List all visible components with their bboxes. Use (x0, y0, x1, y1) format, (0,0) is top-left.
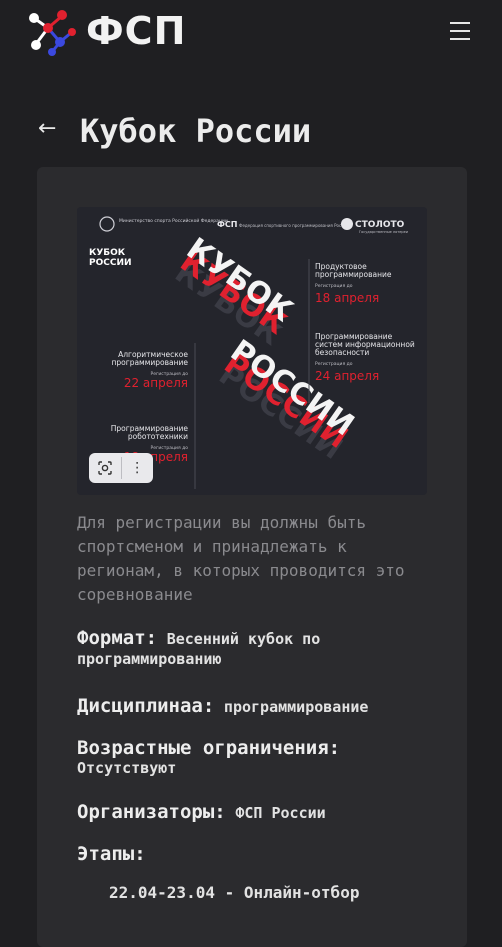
poster-right-1-title-2: безопасности (315, 348, 369, 357)
organizers-row: Организаторы: ФСП России (77, 801, 447, 823)
age-row: Возрастные ограничения: Отсутствуют (77, 737, 447, 777)
poster-fsp-sub: Федерация спортивного программирования Р… (239, 223, 349, 228)
poster-right-0-date: 18 апреля (315, 291, 379, 305)
age-label: Возрастные ограничения: (77, 737, 341, 759)
poster-badge-line1: КУБОК (89, 248, 126, 258)
age-value: Отсутствуют (77, 759, 177, 777)
menu-button[interactable] (446, 18, 476, 44)
poster-stoloto-sub: Государственные лотереи (359, 230, 408, 234)
stoloto-icon (341, 218, 353, 230)
molecule-icon[interactable] (22, 6, 76, 56)
lens-button[interactable] (89, 453, 121, 483)
event-card: Министерство спорта Российской Федерации… (37, 167, 467, 947)
poster-left-0-date: 22 апреля (124, 376, 188, 390)
page-title: Кубок России (80, 112, 312, 150)
poster-left-0-title-1: программирование (112, 358, 189, 367)
more-vertical-icon: ⋮ (130, 460, 145, 476)
hamburger-icon (446, 22, 476, 40)
poster-badge-line2: РОССИИ (89, 258, 132, 268)
lens-icon (98, 461, 112, 475)
discipline-label: Дисциплинаа: (77, 695, 215, 717)
organizers-value: ФСП России (235, 804, 326, 822)
image-toolbar: ⋮ (89, 453, 153, 483)
arrow-left-icon: ← (38, 116, 57, 141)
format-row: Формат: Весенний кубок по программирован… (77, 627, 447, 668)
back-button[interactable]: ← (38, 114, 66, 144)
poster-ministry: Министерство спорта Российской Федерации (119, 217, 228, 224)
poster-right-1-reg: Регистрация до (315, 361, 353, 367)
registration-note: Для регистрации вы должны быть спортсмен… (77, 513, 405, 604)
event-poster[interactable]: Министерство спорта Российской Федерации… (77, 207, 427, 495)
poster-fsp: ФСП (217, 220, 238, 229)
poster-right-0-title-1: программирование (315, 270, 392, 279)
poster-right-0-reg: Регистрация до (315, 283, 353, 289)
poster-left-1-title-1: робототехники (128, 432, 188, 441)
stages-label: Этапы: (77, 843, 146, 865)
logo-text[interactable]: ФСП (86, 6, 186, 56)
stages-row: Этапы: (77, 843, 447, 865)
discipline-value: программирование (223, 698, 369, 716)
discipline-row: Дисциплинаа: программирование (77, 695, 447, 717)
organizers-label: Организаторы: (77, 801, 226, 823)
poster-right-1-date: 24 апреля (315, 369, 379, 383)
format-label: Формат: (77, 627, 158, 649)
more-button[interactable]: ⋮ (121, 453, 153, 483)
poster-stoloto: СТОЛОТО (355, 220, 405, 230)
header: ФСП (0, 0, 502, 64)
stage-item: 22.04-23.04 - Онлайн-отбор (109, 883, 360, 902)
